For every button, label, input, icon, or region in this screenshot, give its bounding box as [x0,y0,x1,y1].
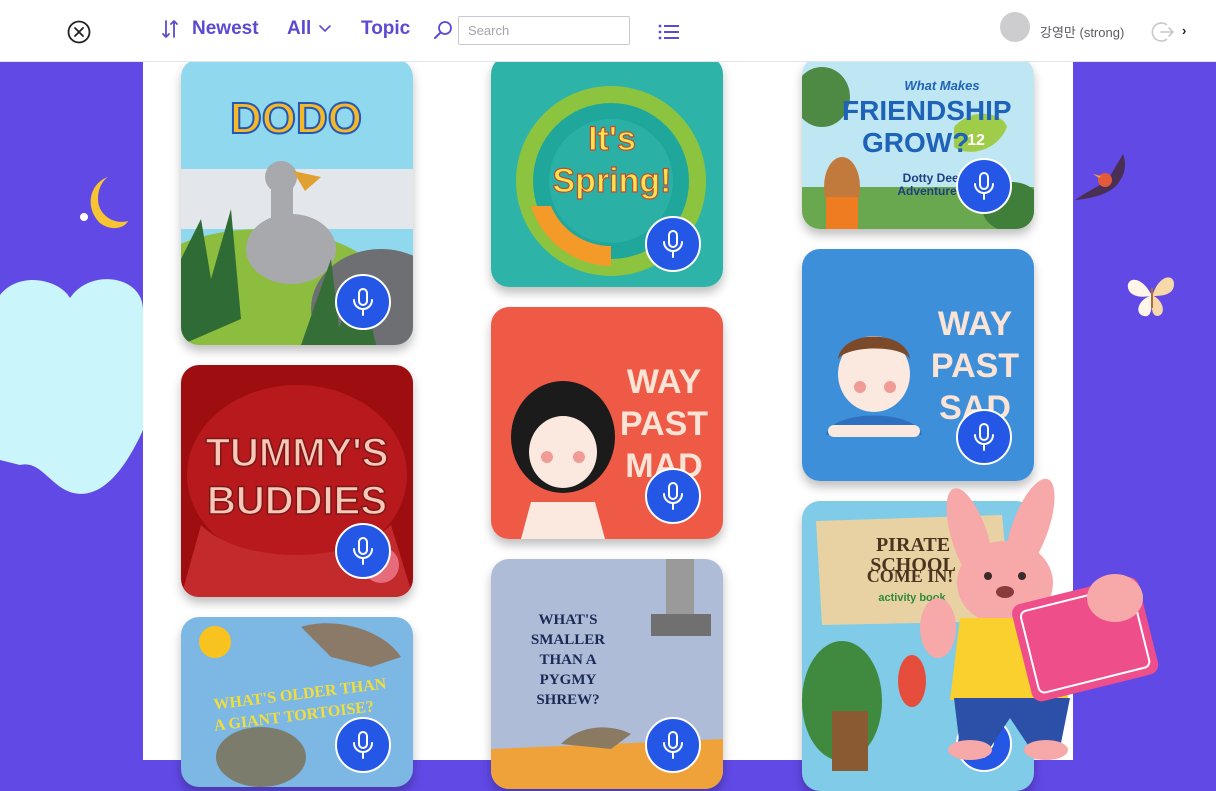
record-button[interactable] [956,409,1012,465]
filter-dropdown[interactable]: All [287,18,332,40]
sort-arrows-icon [162,20,178,38]
book-title-line1: WAY [626,363,702,401]
microphone-icon [663,731,683,759]
topic-button[interactable]: Topic [361,18,410,40]
book-card-way-past-sad[interactable]: WAY PAST SAD [802,249,1034,481]
bunny-mascot-illustration [920,478,1159,760]
book-card-dodo[interactable]: DODO [181,59,413,345]
book-card-whats-older[interactable]: WHAT'S OLDER THAN A GIANT TORTOISE? [181,617,413,787]
record-button[interactable] [335,523,391,579]
book-title-dodo: DODO [229,94,363,143]
bird-icon [1075,154,1126,200]
user-name: 강영만 (strong) [1040,25,1125,40]
close-button[interactable] [67,20,91,44]
book-card-whats-smaller[interactable]: WHAT'S SMALLER THAN A PYGMY SHREW? [491,559,723,789]
logout-icon [1151,22,1175,42]
logout-button[interactable] [1151,20,1175,49]
record-button[interactable] [956,158,1012,214]
book-card-tummys-buddies[interactable]: TUMMY'S BUDDIES [181,365,413,597]
record-button[interactable] [335,717,391,773]
microphone-icon [663,230,683,258]
book-title-line2: SMALLER [530,632,606,648]
book-title-line3: GROW? [862,127,970,158]
avatar[interactable] [1000,12,1030,42]
microphone-icon [353,288,373,316]
top-toolbar: Newest All Topic 강영만 (strong) › [0,0,1216,62]
search-input[interactable] [458,16,630,45]
book-title-line4: PYGMY [539,672,597,688]
book-title-line2: FRIENDSHIP [842,95,1012,126]
close-circle-icon [67,20,91,44]
book-title-line3: THAN A [539,652,597,668]
microphone-icon [663,482,683,510]
record-button[interactable] [645,216,701,272]
search-button[interactable] [433,20,453,45]
book-title-line2: PAST [619,405,709,443]
book-title-line2: PAST [930,347,1020,385]
book-title-line1: What Makes [904,78,980,93]
book-title-line2: Spring! [552,162,672,200]
list-view-icon [658,24,679,40]
cloud-shape [0,279,143,494]
book-title-line1: WAY [937,305,1013,343]
chevron-right-icon[interactable]: › [1182,23,1186,38]
book-number: 12 [967,132,985,149]
book-title-line2: BUDDIES [206,479,388,523]
record-button[interactable] [335,274,391,330]
butterfly-icon [1127,277,1174,317]
filter-label: All [287,18,312,39]
magnifier-icon [434,21,452,39]
topic-label: Topic [361,18,411,39]
book-title-line1: It's [588,120,637,158]
book-card-its-spring[interactable]: It's Spring! [491,56,723,287]
book-card-friendship[interactable]: What Makes FRIENDSHIP GROW? 12 Dotty Dee… [802,57,1034,229]
book-title-line5: SHREW? [536,692,600,708]
microphone-icon [353,731,373,759]
sort-label: Newest [192,18,259,39]
sort-button[interactable]: Newest [160,18,259,40]
microphone-icon [353,537,373,565]
microphone-icon [974,423,994,451]
record-button[interactable] [645,717,701,773]
list-view-button[interactable] [658,23,680,46]
book-title-line1: TUMMY'S [205,431,389,475]
book-title-line1: WHAT'S [538,612,598,628]
record-button[interactable] [645,468,701,524]
chevron-down-icon [319,25,332,33]
book-card-way-past-mad[interactable]: WAY PAST MAD [491,307,723,539]
microphone-icon [974,172,994,200]
moon-icon [80,177,128,229]
